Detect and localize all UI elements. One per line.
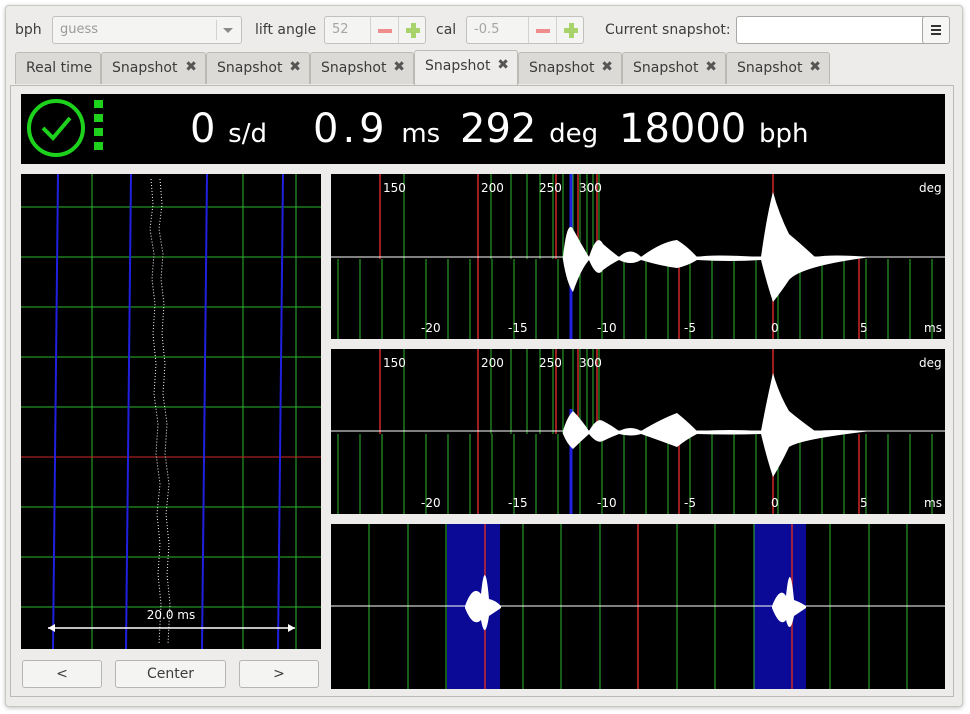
ms-tick: 0 (771, 496, 779, 510)
deg-tick: 300 (579, 181, 602, 195)
deg-tick: 150 (383, 356, 406, 370)
tab-snapshot-active[interactable]: Snapshot ✖ (414, 50, 518, 86)
combo-separator (216, 20, 217, 40)
lift-angle-value: 52 (332, 22, 349, 37)
waveform-panel-middle: 150 200 250 300 deg -20 -15 -10 -5 0 5 m… (331, 349, 945, 514)
deg-unit: deg (919, 181, 942, 195)
close-icon[interactable]: ✖ (289, 59, 301, 75)
clock-check-icon (27, 99, 103, 157)
prev-button[interactable]: < (22, 660, 102, 688)
cal-value: -0.5 (474, 22, 500, 37)
tab-snapshot[interactable]: Snapshot ✖ (206, 52, 310, 84)
center-button[interactable]: Center (115, 660, 226, 688)
plus-icon[interactable] (556, 17, 585, 43)
ms-unit: ms (924, 496, 942, 510)
tab-real-time[interactable]: Real time (15, 52, 101, 84)
beat-error-unit: ms (401, 119, 441, 149)
hamburger-icon-line (931, 33, 941, 35)
bph-readout-unit: bph (758, 119, 809, 149)
beat-error-readout: 0.9 ms (313, 106, 440, 152)
rate-unit: s/d (228, 119, 267, 149)
close-icon[interactable]: ✖ (393, 59, 405, 75)
ms-tick: -20 (421, 321, 441, 335)
ms-tick: -20 (421, 496, 441, 510)
ms-tick: 5 (860, 321, 868, 335)
amplitude-value: 292 (460, 106, 537, 152)
bph-combo-value: guess (60, 22, 99, 37)
tab-label: Snapshot (633, 60, 699, 76)
tab-snapshot[interactable]: Snapshot ✖ (726, 52, 830, 84)
close-icon[interactable]: ✖ (185, 59, 197, 75)
deg-tick: 300 (579, 356, 602, 370)
current-snapshot-input[interactable] (736, 16, 928, 44)
ms-tick: -5 (684, 496, 696, 510)
close-icon[interactable]: ✖ (497, 57, 509, 73)
lift-angle-spinbutton[interactable]: 52 (324, 16, 426, 44)
tab-label: Snapshot (112, 60, 178, 76)
cal-spinbutton[interactable]: -0.5 (466, 16, 584, 44)
bph-readout-value: 18000 (619, 106, 747, 152)
tab-label: Snapshot (737, 60, 803, 76)
close-icon[interactable]: ✖ (601, 59, 613, 75)
paperstrip-plot: 20.0 ms (21, 173, 321, 650)
hamburger-icon (931, 25, 941, 27)
ms-tick: 0 (771, 321, 779, 335)
ms-tick: -15 (508, 496, 528, 510)
hamburger-icon-line (931, 29, 941, 31)
paperstrip-panel[interactable]: 20.0 ms (21, 173, 321, 650)
lift-angle-label: lift angle (255, 22, 317, 38)
tab-label: Snapshot (529, 60, 595, 76)
tab-snapshot[interactable]: Snapshot ✖ (518, 52, 622, 84)
deg-tick: 250 (539, 356, 562, 370)
ms-unit: ms (924, 321, 942, 335)
tab-label: Snapshot (217, 60, 283, 76)
rate-readout: 0 s/d (190, 106, 267, 152)
amplitude-readout: 292 deg (460, 106, 598, 152)
minus-icon[interactable] (528, 17, 557, 43)
next-button[interactable]: > (239, 660, 319, 688)
ms-tick: -5 (684, 321, 696, 335)
tab-label: Snapshot (425, 58, 491, 74)
ms-tick: -10 (597, 496, 617, 510)
plus-icon[interactable] (398, 17, 427, 43)
close-icon[interactable]: ✖ (809, 59, 821, 75)
tab-label: Real time (26, 60, 93, 76)
bph-label: bph (15, 22, 42, 38)
deg-tick: 250 (539, 181, 562, 195)
tab-label: Snapshot (321, 60, 387, 76)
waveform-plot-top: 150 200 250 300 deg -20 -15 -10 -5 0 5 m… (331, 174, 945, 339)
tab-snapshot[interactable]: Snapshot ✖ (622, 52, 726, 84)
bph-readout: 18000 bph (619, 106, 808, 152)
beat-error-value: 0.9 (313, 106, 389, 152)
ms-tick: -15 (508, 321, 528, 335)
paperstrip-scale-label: 20.0 ms (147, 608, 195, 622)
ms-tick: -10 (597, 321, 617, 335)
bph-combo[interactable]: guess (52, 16, 242, 44)
readout-panel: 0 s/d 0.9 ms 292 deg 18000 bph (21, 94, 945, 164)
minus-icon[interactable] (370, 17, 399, 43)
chevron-down-icon (223, 28, 233, 33)
waveform-panel-top: 150 200 250 300 deg -20 -15 -10 -5 0 5 m… (331, 174, 945, 339)
tab-snapshot[interactable]: Snapshot ✖ (101, 52, 206, 84)
tab-snapshot[interactable]: Snapshot ✖ (310, 52, 414, 84)
menu-button[interactable] (922, 16, 950, 44)
deg-unit: deg (919, 356, 942, 370)
amplitude-unit: deg (549, 119, 599, 149)
ms-tick: 5 (860, 496, 868, 510)
period-plot (331, 524, 945, 689)
cal-label: cal (436, 22, 457, 38)
close-icon[interactable]: ✖ (705, 59, 717, 75)
rate-value: 0 (190, 106, 216, 152)
current-snapshot-label: Current snapshot: (605, 22, 731, 38)
deg-tick: 150 (383, 181, 406, 195)
deg-tick: 200 (481, 181, 504, 195)
waveform-plot-middle: 150 200 250 300 deg -20 -15 -10 -5 0 5 m… (331, 349, 945, 514)
period-panel (331, 524, 945, 689)
deg-tick: 200 (481, 356, 504, 370)
